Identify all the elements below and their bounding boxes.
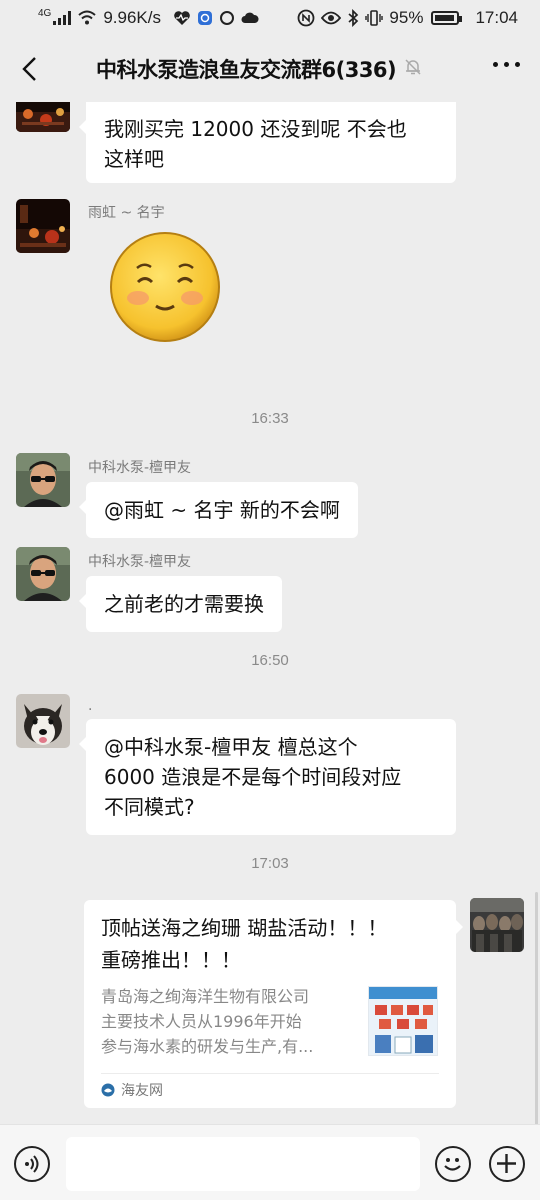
chevron-left-icon [22, 57, 36, 81]
battery-icon [431, 11, 463, 25]
avatar[interactable] [16, 547, 70, 601]
clock: 17:04 [475, 8, 518, 27]
sender-name: 中科水泵-檀甲友 [88, 460, 192, 476]
message-bubble[interactable]: @雨虹 ~ 名宇 新的不会啊 [79, 482, 358, 538]
avatar[interactable] [16, 453, 70, 507]
shy-face-emoji-icon [110, 232, 220, 342]
sender-name: . [88, 698, 93, 714]
more-options-button[interactable] [493, 62, 520, 67]
sender-name: 雨虹 ~ 名宇 [88, 205, 165, 221]
link-card-title: 顶帖送海之绚珊 瑚盐活动！！！ 重磅推出！！！ [101, 916, 388, 972]
my-avatar[interactable] [470, 898, 524, 952]
voice-icon [25, 1155, 39, 1173]
bluetooth-icon [347, 9, 359, 27]
message-text: 我刚买完 12000 还没到呢 不会也 这样吧 [104, 117, 407, 171]
vibrate-icon [365, 10, 384, 26]
mute-bell-icon [404, 58, 422, 80]
avatar[interactable] [16, 102, 70, 132]
chat-header: 中科水泵造浪鱼友交流群6(336) [0, 36, 540, 102]
group-title: 中科水泵造浪鱼友交流群6(336) [96, 58, 397, 82]
nfc-icon [297, 9, 315, 27]
shy-face-sticker[interactable] [108, 230, 222, 344]
heart-rate-icon [173, 10, 191, 26]
back-button[interactable] [14, 52, 44, 86]
message-bubble[interactable]: @中科水泵-檀甲友 檀总这个 6000 造浪是不是每个时间段对应 不同模式? [79, 719, 456, 835]
message-text: @中科水泵-檀甲友 檀总这个 6000 造浪是不是每个时间段对应 不同模式? [104, 735, 402, 819]
signal-icon [53, 11, 72, 25]
status-bar: 4G 9.96K/s 95% 17:04 [0, 0, 540, 36]
battery-percent: 95% [389, 8, 424, 27]
scrollbar[interactable] [535, 892, 538, 1124]
avatar[interactable] [16, 199, 70, 253]
more-functions-button[interactable] [489, 1146, 525, 1182]
net-speed: 9.96K/s [103, 8, 161, 27]
voice-button[interactable] [14, 1146, 50, 1182]
link-card[interactable]: 顶帖送海之绚珊 瑚盐活动！！！ 重磅推出！！！ 青岛海之绚海洋生物有限公司 主要… [84, 900, 463, 1108]
input-bar [0, 1124, 540, 1200]
emoji-button[interactable] [435, 1146, 471, 1182]
link-card-description: 青岛海之绚海洋生物有限公司 主要技术人员从1996年开始 参与海水素的研发与生产… [101, 987, 314, 1056]
avatar[interactable] [16, 694, 70, 748]
divider [101, 1073, 439, 1074]
link-card-thumbnail [368, 986, 438, 1056]
network-type: 4G [38, 7, 52, 19]
message-list[interactable]: 我刚买完 12000 还没到呢 不会也 这样吧 雨虹 ~ 名宇 16:33 中科… [0, 102, 540, 1124]
timestamp: 16:50 [251, 652, 289, 669]
message-bubble[interactable]: 之前老的才需要换 [79, 576, 282, 632]
timestamp: 16:33 [251, 410, 289, 427]
smiley-icon [444, 1158, 461, 1171]
timestamp: 17:03 [251, 855, 289, 872]
ring-icon [219, 10, 235, 26]
message-input[interactable] [66, 1137, 420, 1191]
sender-name: 中科水泵-檀甲友 [88, 554, 192, 570]
cloud-icon [241, 11, 259, 25]
app-notification-icon [197, 10, 213, 26]
site-logo-icon [101, 1083, 115, 1097]
wifi-icon [77, 10, 97, 26]
eye-icon [321, 11, 342, 25]
plus-icon [497, 1154, 516, 1173]
link-card-source: 海友网 [101, 1080, 163, 1100]
message-text: @雨虹 ~ 名宇 新的不会啊 [104, 498, 340, 522]
message-text: 之前老的才需要换 [104, 592, 264, 616]
message-bubble[interactable]: 我刚买完 12000 还没到呢 不会也 这样吧 [79, 102, 456, 183]
